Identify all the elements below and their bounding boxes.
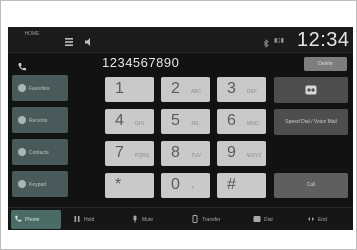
dialed-number: 1234567890 xyxy=(102,55,180,70)
tab-label: Dial xyxy=(264,217,273,223)
key-letters: + xyxy=(191,185,194,191)
side-menu-label: Contacts xyxy=(29,150,49,156)
tab-label: Transfer xyxy=(202,217,221,223)
end-icon xyxy=(307,215,315,223)
home-label: HOME xyxy=(24,31,40,37)
menu-icon[interactable] xyxy=(64,34,74,52)
bluetooth-icon xyxy=(263,35,269,53)
key-letters: MNO xyxy=(247,121,259,127)
key-letters: ABC xyxy=(191,89,202,95)
dial-icon xyxy=(253,215,261,223)
side-menu-label: Favorites xyxy=(29,86,50,92)
side-menu-label: Keypad xyxy=(29,182,46,188)
key-hash[interactable]: # xyxy=(217,173,266,198)
call-label: Call xyxy=(306,182,316,188)
key-digit: 2 xyxy=(171,80,180,97)
tab-label: Phone xyxy=(25,217,40,223)
key-4[interactable]: 4 GHI xyxy=(105,109,154,134)
mute-icon xyxy=(131,215,139,223)
number-display-row: 1234567890 Delete xyxy=(8,55,353,71)
side-menu-item-keypad[interactable]: Keypad xyxy=(12,171,68,197)
key-digit: * xyxy=(115,176,122,193)
star-icon xyxy=(18,84,26,92)
volume-icon[interactable] xyxy=(84,34,94,52)
tab-phone[interactable]: Phone xyxy=(11,210,61,229)
speed-dial-label: Speed Dial / Voice Mail xyxy=(285,119,337,125)
transfer-icon xyxy=(191,215,199,223)
tab-hold[interactable]: Hold xyxy=(70,210,118,229)
key-digit: 4 xyxy=(115,112,124,129)
key-1[interactable]: 1 xyxy=(105,77,154,102)
speed-dial-button[interactable]: Speed Dial / Voice Mail xyxy=(274,109,348,135)
tab-label: Mute xyxy=(142,217,154,223)
delete-label: Delete xyxy=(318,61,333,67)
tab-transfer[interactable]: Transfer xyxy=(188,210,244,229)
key-digit: 7 xyxy=(115,144,124,161)
tab-label: Hold xyxy=(84,217,95,223)
status-bar: HOME ▮▯▮ 12:34 xyxy=(8,27,353,53)
contacts-icon xyxy=(18,148,26,156)
key-8[interactable]: 8 TUV xyxy=(161,141,210,166)
tab-end[interactable]: End xyxy=(304,210,350,229)
keypad-icon xyxy=(18,180,26,188)
key-star[interactable]: * xyxy=(105,173,154,198)
phone-icon xyxy=(14,215,22,223)
key-letters: GHI xyxy=(135,121,144,127)
tab-mute[interactable]: Mute xyxy=(128,210,180,229)
key-6[interactable]: 6 MNO xyxy=(217,109,266,134)
key-digit: 0 xyxy=(171,176,180,193)
key-digit: 1 xyxy=(115,80,124,97)
key-3[interactable]: 3 DEF xyxy=(217,77,266,102)
key-letters: WXYZ xyxy=(247,153,262,159)
clock-icon xyxy=(18,116,26,124)
key-digit: 9 xyxy=(227,144,236,161)
side-menu-label: Recents xyxy=(29,118,48,124)
key-2[interactable]: 2 ABC xyxy=(161,77,210,102)
key-digit: # xyxy=(227,176,236,193)
key-5[interactable]: 5 JKL xyxy=(161,109,210,134)
voicemail-icon xyxy=(305,85,317,97)
key-0[interactable]: 0 + xyxy=(161,173,210,198)
key-9[interactable]: 9 WXYZ xyxy=(217,141,266,166)
key-letters: JKL xyxy=(191,121,200,127)
bottom-bar: Phone Hold Mute Transfer Dial End xyxy=(8,207,353,230)
key-letters: PQRS xyxy=(135,153,150,159)
key-digit: 3 xyxy=(227,80,236,97)
home-button[interactable]: HOME xyxy=(14,31,50,49)
key-letters: TUV xyxy=(191,153,201,159)
signal-indicator: ▮▯▮ xyxy=(274,38,284,44)
infotainment-screen: HOME ▮▯▮ 12:34 1234567890 Delete Favorit… xyxy=(8,27,353,230)
manual-figure-frame: HOME ▮▯▮ 12:34 1234567890 Delete Favorit… xyxy=(0,0,357,250)
clock: 12:34 xyxy=(297,29,350,51)
side-menu-item-recents[interactable]: Recents xyxy=(12,107,68,133)
tab-label: End xyxy=(318,217,327,223)
key-digit: 5 xyxy=(171,112,180,129)
voicemail-button[interactable] xyxy=(274,77,348,103)
key-7[interactable]: 7 PQRS xyxy=(105,141,154,166)
hold-icon xyxy=(73,215,81,223)
tab-dial[interactable]: Dial xyxy=(250,210,298,229)
key-letters: DEF xyxy=(247,89,257,95)
side-menu-item-favorites[interactable]: Favorites xyxy=(12,75,68,101)
call-button[interactable]: Call xyxy=(274,173,348,198)
delete-button[interactable]: Delete xyxy=(304,57,347,71)
side-menu-item-contacts[interactable]: Contacts xyxy=(12,139,68,165)
key-digit: 8 xyxy=(171,144,180,161)
key-digit: 6 xyxy=(227,112,236,129)
